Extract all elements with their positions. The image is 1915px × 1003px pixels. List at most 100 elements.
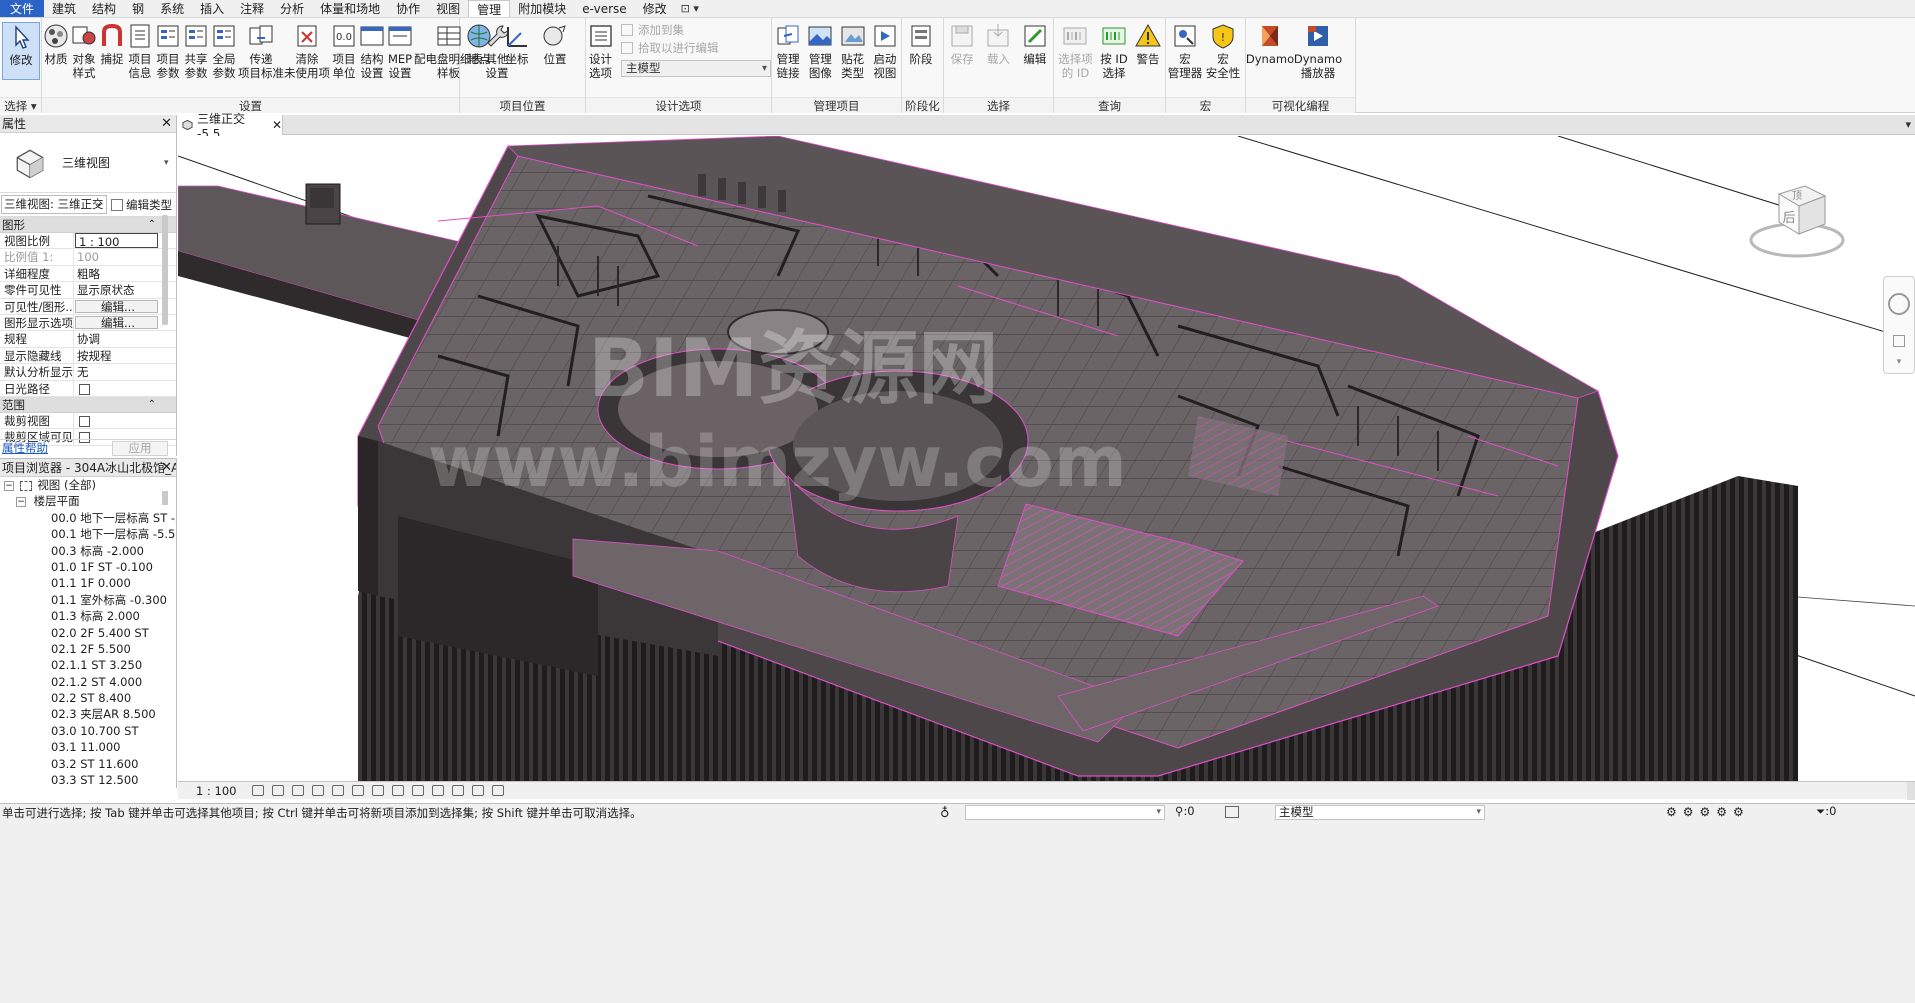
dynamo-button[interactable]: Dynamo <box>1246 22 1294 66</box>
coordinates-button[interactable]: 坐标 <box>498 22 536 66</box>
tree-item-floor-plan[interactable]: 02.1.2 ST 4.000 <box>0 674 176 690</box>
tree-item-floor-plan[interactable]: 02.1 2F 5.500 <box>0 641 176 657</box>
properties-scrollbar[interactable] <box>162 215 168 325</box>
crop-region-icon[interactable] <box>372 785 384 796</box>
tree-item-floor-plan[interactable]: 02.0 2F 5.400 ST <box>0 625 176 641</box>
browser-close-icon[interactable]: ✕ <box>161 459 172 476</box>
tree-root[interactable]: − 视图 (全部) <box>0 477 176 493</box>
constraints-icon[interactable] <box>492 785 504 796</box>
global-parameters-button[interactable]: 全局 参数 <box>210 22 238 80</box>
decal-types-button[interactable]: 贴花 类型 <box>837 22 869 80</box>
instance-selector[interactable]: 三维视图: 三维正交 - <box>1 195 107 214</box>
design-option-status-combo[interactable]: 主模型 <box>1275 805 1485 820</box>
zoom-icon[interactable] <box>1893 335 1905 347</box>
project-info-button[interactable]: 项目 信息 <box>126 22 154 80</box>
tree-item-floor-plan[interactable]: 02.1.1 ST 3.250 <box>0 657 176 673</box>
tree-item-floor-plan[interactable]: 01.0 1F ST -0.100 <box>0 559 176 575</box>
tree-item-floor-plan[interactable]: 00.1 地下一层标高 -5.50 <box>0 526 176 542</box>
load-selection-button[interactable]: 载入 <box>980 22 1016 66</box>
property-row[interactable]: 零件可见性 显示原状态 <box>0 282 176 299</box>
reveal-hidden-icon[interactable] <box>432 785 444 796</box>
project-parameters-button[interactable]: 项目 参数 <box>154 22 182 80</box>
menu-tab-structure[interactable]: 结构 <box>84 0 124 17</box>
select-by-id-button[interactable]: 按 ID 选择 <box>1097 22 1131 80</box>
project-units-button[interactable]: 0.0 项目 单位 <box>330 22 358 80</box>
menu-tab-systems[interactable]: 系统 <box>152 0 192 17</box>
tree-group-floor-plans[interactable]: − 楼层平面 <box>0 493 176 509</box>
menu-tab-steel[interactable]: 钢 <box>124 0 152 17</box>
workset-combo[interactable] <box>965 805 1165 820</box>
render-icon[interactable] <box>332 785 344 796</box>
purge-unused-button[interactable]: 清除 未使用项 <box>284 22 330 80</box>
collapse-toggle-icon[interactable]: − <box>4 480 14 491</box>
tab-menu-icon[interactable]: ▾ <box>1905 118 1911 131</box>
tree-item-floor-plan[interactable]: 01.3 标高 2.000 <box>0 608 176 624</box>
tree-item-floor-plan[interactable]: 03.0 10.700 ST <box>0 723 176 739</box>
selection-toggles-icon[interactable]: ⚙⚙⚙⚙⚙ <box>1666 805 1750 819</box>
drawing-canvas[interactable]: BIM资源网 www.bimzyw.com 顶 后 ▾ <box>178 136 1915 781</box>
property-row[interactable]: 可见性/图形... 编辑... <box>0 298 176 315</box>
type-selector[interactable]: 三维视图 ▾ <box>0 133 176 193</box>
properties-help-link[interactable]: 属性帮助 <box>0 440 48 456</box>
tree-item-floor-plan[interactable]: 02.2 ST 8.400 <box>0 690 176 706</box>
ribbon-options-icon[interactable]: ⊡ ▾ <box>675 0 705 17</box>
properties-close-icon[interactable]: ✕ <box>161 115 172 133</box>
type-dropdown-icon[interactable]: ▾ <box>164 158 176 168</box>
manage-links-button[interactable]: 管理 链接 <box>772 22 804 80</box>
structural-settings-button[interactable]: 结构 设置 <box>358 22 386 80</box>
navigation-bar[interactable]: ▾ <box>1883 276 1915 374</box>
nav-menu-icon[interactable]: ▾ <box>1884 357 1914 367</box>
menu-tab-view[interactable]: 视图 <box>428 0 468 17</box>
checkbox[interactable] <box>79 415 90 427</box>
property-row[interactable]: 显示隐藏线 按规程 <box>0 347 176 365</box>
ids-of-selection-button[interactable]: 选择项的 ID <box>1054 22 1097 80</box>
shadows-icon[interactable] <box>312 785 324 796</box>
edit-button[interactable]: 编辑... <box>75 315 158 330</box>
tree-item-floor-plan[interactable]: 02.3 夹层AR 8.500 <box>0 706 176 722</box>
group-title-select[interactable]: 选择 ▾ <box>0 97 41 113</box>
design-option-combo[interactable]: 主模型 <box>621 60 771 77</box>
filter-count[interactable]: ⏷:0 <box>1816 804 1836 819</box>
tree-item-floor-plan[interactable]: 01.1 室外标高 -0.300 <box>0 592 176 608</box>
menu-tab-annotate[interactable]: 注释 <box>232 0 272 17</box>
mep-settings-button[interactable]: MEP 设置 <box>386 22 414 80</box>
edit-button[interactable]: 编辑... <box>75 299 158 313</box>
edit-selection-button[interactable]: 编辑 <box>1017 22 1053 66</box>
analysis-icon[interactable] <box>472 785 484 796</box>
lock-view-icon[interactable] <box>392 785 404 796</box>
macro-security-button[interactable]: ! 宏安全性 <box>1204 22 1242 80</box>
collapse-icon[interactable]: ⌃ <box>148 397 156 413</box>
property-value[interactable]: 1 : 100 <box>75 233 158 249</box>
menu-tab-everse[interactable]: e-verse <box>574 0 634 17</box>
tree-item-floor-plan[interactable]: 00.0 地下一层标高 ST -5 <box>0 510 176 526</box>
browser-scrollbar[interactable] <box>162 491 168 505</box>
steering-wheel-icon[interactable] <box>1888 293 1910 315</box>
property-row[interactable]: 默认分析显示...无 <box>0 364 176 381</box>
menu-tab-collaborate[interactable]: 协作 <box>388 0 428 17</box>
section-graphics[interactable]: 图形 ⌃ <box>0 217 176 233</box>
menu-tab-file[interactable]: 文件 <box>0 0 45 17</box>
design-options-button[interactable]: 设计 选项 <box>586 18 615 94</box>
visual-style-icon[interactable] <box>272 785 284 796</box>
temp-hide-icon[interactable] <box>412 785 424 796</box>
property-row[interactable]: 图形显示选项 编辑... <box>0 314 176 332</box>
edit-type-button[interactable]: 编辑类型 <box>111 197 172 213</box>
tree-item-floor-plan[interactable]: 03.1 11.000 <box>0 739 176 755</box>
apply-button[interactable]: 应用 <box>112 440 168 456</box>
tree-item-floor-plan[interactable]: 00.3 标高 -2.000 <box>0 543 176 559</box>
property-row[interactable]: 详细程度 粗略 <box>0 265 176 283</box>
view-scale[interactable]: 1 : 100 <box>178 784 248 798</box>
menu-tab-architecture[interactable]: 建筑 <box>44 0 84 17</box>
snaps-button[interactable]: 捕捉 <box>98 22 126 66</box>
menu-tab-modify[interactable]: 修改 <box>635 0 675 17</box>
position-button[interactable]: 位置 <box>536 22 574 66</box>
menu-tab-addins[interactable]: 附加模块 <box>510 0 574 17</box>
menu-tab-manage[interactable]: 管理 <box>468 0 511 17</box>
transfer-standards-button[interactable]: 传递 项目标准 <box>238 22 284 80</box>
menu-tab-massing[interactable]: 体量和场地 <box>312 0 388 17</box>
detail-level-icon[interactable] <box>252 785 264 796</box>
checkbox[interactable] <box>79 383 90 395</box>
modify-button[interactable]: 修改 <box>2 22 40 80</box>
collapse-icon[interactable]: ⌃ <box>148 217 156 233</box>
materials-button[interactable]: 材质 <box>42 22 70 66</box>
